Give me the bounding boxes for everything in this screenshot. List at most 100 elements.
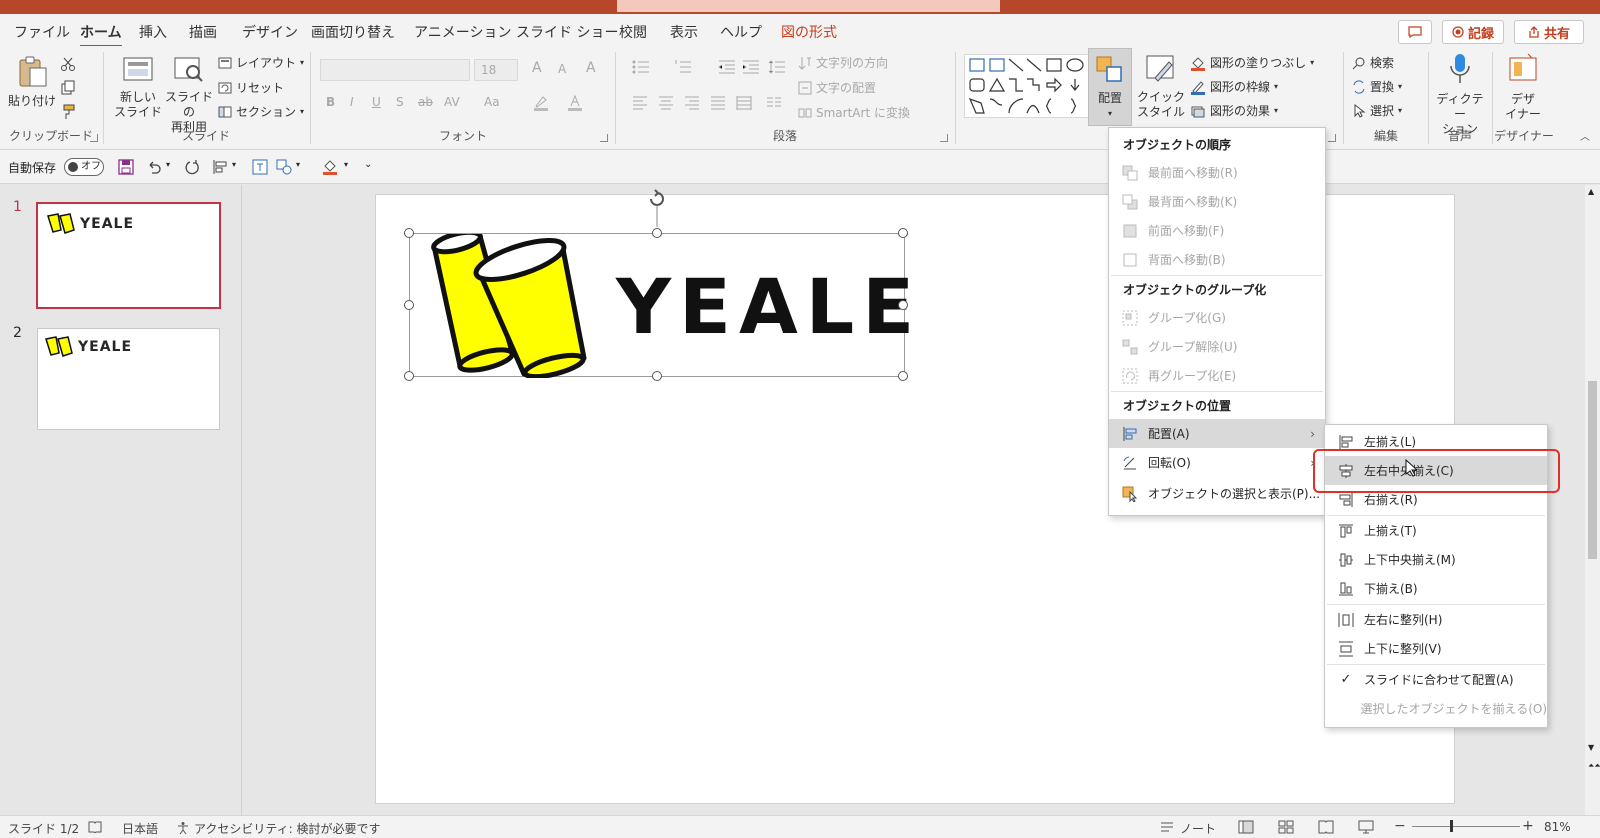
- tab-design[interactable]: デザイン: [242, 22, 298, 42]
- tab-home[interactable]: ホーム: [80, 22, 122, 48]
- decrease-indent-icon[interactable]: [718, 60, 736, 74]
- dictate-button[interactable]: ディクテー ション: [1432, 52, 1488, 137]
- shape-fill-button[interactable]: 図形の塗りつぶし ▾: [1190, 54, 1314, 71]
- align-right-icon[interactable]: [684, 96, 700, 110]
- normal-view-icon[interactable]: [1238, 820, 1254, 834]
- tab-help[interactable]: ヘルプ: [720, 22, 762, 42]
- bullets-icon[interactable]: [632, 60, 650, 74]
- tab-transitions[interactable]: 画面切り替え: [311, 22, 395, 42]
- book-icon[interactable]: [88, 821, 102, 833]
- bring-forward-item[interactable]: 前面へ移動(F): [1109, 216, 1325, 245]
- designer-button[interactable]: デザ イナー: [1498, 52, 1548, 122]
- shadow-button[interactable]: S: [396, 95, 404, 109]
- accessibility-icon[interactable]: [176, 821, 190, 835]
- resize-handle[interactable]: [652, 371, 662, 381]
- zoom-slider[interactable]: [1412, 826, 1520, 827]
- autosave-toggle[interactable]: オフ: [64, 158, 104, 176]
- distributed-icon[interactable]: [736, 96, 752, 110]
- format-painter-icon[interactable]: [60, 104, 76, 120]
- scroll-down-icon[interactable]: ▼: [1588, 743, 1594, 752]
- shapes-dropdown-icon[interactable]: ▾: [296, 160, 300, 169]
- underline-button[interactable]: U: [372, 95, 381, 109]
- fill-color-icon[interactable]: [322, 159, 338, 175]
- rotate-item[interactable]: 回転(O) ›: [1109, 448, 1325, 477]
- align-center-icon[interactable]: [658, 96, 674, 110]
- layout-button[interactable]: レイアウト ▾: [218, 54, 304, 71]
- char-spacing-button[interactable]: AV: [444, 95, 460, 109]
- record-button[interactable]: 記録: [1442, 20, 1504, 44]
- customize-qat-icon[interactable]: ⌄: [364, 159, 372, 170]
- resize-handle[interactable]: [404, 371, 414, 381]
- send-backward-item[interactable]: 背面へ移動(B): [1109, 245, 1325, 274]
- notes-icon[interactable]: [1160, 821, 1174, 833]
- rotate-handle-icon[interactable]: [646, 188, 668, 228]
- search-box[interactable]: [617, 0, 1000, 12]
- send-to-back-item[interactable]: 最背面へ移動(K): [1109, 187, 1325, 216]
- share-button[interactable]: 共有: [1514, 20, 1584, 44]
- language-indicator[interactable]: 日本語: [122, 820, 158, 837]
- align-text-button[interactable]: 文字の配置: [798, 79, 876, 96]
- tab-animations[interactable]: アニメーション: [414, 22, 511, 42]
- select-button[interactable]: 選択 ▾: [1352, 102, 1402, 119]
- comments-button[interactable]: [1398, 20, 1432, 44]
- grow-font-icon[interactable]: A: [532, 60, 542, 76]
- accessibility-status[interactable]: アクセシビリティ: 検討が必要です: [194, 820, 381, 837]
- tab-picture-format[interactable]: 図の形式: [781, 22, 837, 42]
- drawing-launcher[interactable]: [1328, 134, 1336, 142]
- slide-thumbnail-1[interactable]: YEALE: [36, 202, 221, 309]
- align-selected-objects-item[interactable]: 選択したオブジェクトを揃える(O): [1325, 694, 1547, 723]
- shapes-gallery[interactable]: [964, 54, 1098, 118]
- slide-thumbnail-2[interactable]: YEALE: [37, 328, 220, 430]
- numbering-icon[interactable]: [674, 60, 692, 74]
- shrink-font-icon[interactable]: A: [558, 62, 566, 76]
- tab-review[interactable]: 校閲: [619, 22, 647, 42]
- reading-view-icon[interactable]: [1318, 820, 1334, 834]
- zoom-level[interactable]: 81%: [1544, 820, 1571, 834]
- italic-button[interactable]: I: [350, 95, 354, 109]
- scroll-up-icon[interactable]: ▲: [1588, 187, 1594, 196]
- resize-handle[interactable]: [404, 300, 414, 310]
- find-button[interactable]: 検索: [1352, 54, 1394, 71]
- align-bottom-item[interactable]: 下揃え(B): [1325, 574, 1547, 603]
- resize-handle[interactable]: [652, 228, 662, 238]
- vertical-scrollbar[interactable]: ▲ ▼ ⏶⏶: [1585, 185, 1600, 815]
- shape-outline-button[interactable]: 図形の枠線 ▾: [1190, 78, 1278, 95]
- clear-format-icon[interactable]: A: [586, 60, 596, 76]
- distribute-horizontal-item[interactable]: 左右に整列(H): [1325, 605, 1547, 634]
- quick-styles-button[interactable]: クイック スタイル: [1136, 54, 1186, 120]
- align-item[interactable]: 配置(A) ›: [1109, 419, 1325, 448]
- bold-button[interactable]: B: [326, 95, 335, 109]
- logo-image[interactable]: YEALE: [404, 189, 914, 381]
- tab-draw[interactable]: 描画: [189, 22, 217, 42]
- font-launcher[interactable]: [600, 134, 608, 142]
- font-name-input[interactable]: [320, 59, 470, 81]
- shape-effects-button[interactable]: 図形の効果 ▾: [1190, 102, 1278, 119]
- font-size-input[interactable]: 18: [474, 59, 518, 81]
- slideshow-view-icon[interactable]: [1358, 820, 1374, 834]
- reuse-slides-button[interactable]: スライドの 再利用: [164, 54, 214, 135]
- zoom-in-button[interactable]: +: [1522, 818, 1534, 834]
- new-slide-button[interactable]: 新しい スライド: [114, 54, 162, 120]
- font-color-icon[interactable]: [566, 94, 584, 112]
- undo-dropdown-icon[interactable]: ▾: [166, 160, 170, 169]
- bring-to-front-item[interactable]: 最前面へ移動(R): [1109, 158, 1325, 187]
- resize-handle[interactable]: [898, 300, 908, 310]
- slide-sorter-icon[interactable]: [1278, 820, 1294, 834]
- zoom-slider-thumb[interactable]: [1450, 820, 1453, 832]
- ungroup-item[interactable]: グループ解除(U): [1109, 332, 1325, 361]
- redo-icon[interactable]: [184, 159, 200, 175]
- line-spacing-icon[interactable]: [768, 60, 786, 74]
- reset-button[interactable]: リセット: [218, 79, 284, 96]
- tab-view[interactable]: 表示: [670, 22, 698, 42]
- paste-button[interactable]: 貼り付け: [8, 54, 56, 109]
- replace-button[interactable]: 置換 ▾: [1352, 78, 1402, 95]
- strike-button[interactable]: ab: [418, 95, 433, 109]
- zoom-out-button[interactable]: −: [1394, 818, 1406, 834]
- align-left-icon[interactable]: [632, 96, 648, 110]
- selection-pane-item[interactable]: オブジェクトの選択と表示(P)...: [1109, 479, 1325, 508]
- notes-button[interactable]: ノート: [1180, 820, 1216, 837]
- increase-indent-icon[interactable]: [742, 60, 760, 74]
- resize-handle[interactable]: [404, 228, 414, 238]
- resize-handle[interactable]: [898, 371, 908, 381]
- collapse-ribbon-icon[interactable]: ︿: [1580, 128, 1590, 143]
